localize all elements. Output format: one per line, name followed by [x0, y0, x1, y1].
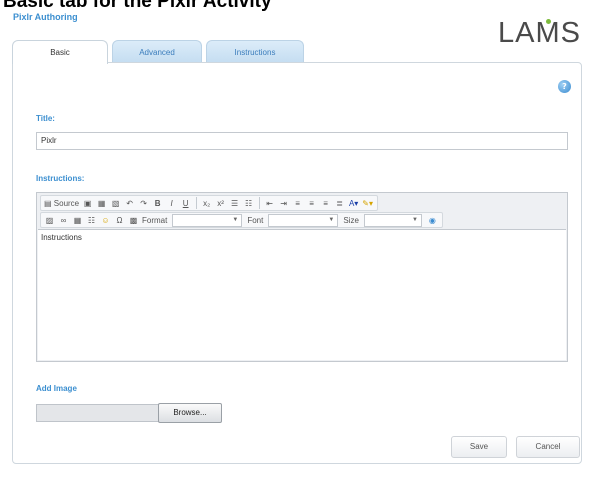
bold-icon[interactable]: B — [151, 196, 164, 210]
align-center-icon[interactable]: ≡ — [305, 196, 318, 210]
justify-icon[interactable]: ≣ — [333, 196, 346, 210]
undo-icon[interactable]: ↶ — [123, 196, 136, 210]
rich-text-editor: ▤ Source ▣ ▦ ▧ ↶ ↷ B I U x₂ x² ☰ ☷ ⇤ ⇥ ≡… — [36, 192, 568, 362]
chevron-down-icon: ▼ — [328, 217, 335, 223]
tab-instructions[interactable]: Instructions — [206, 40, 304, 63]
horizontal-rule-icon[interactable]: ☷ — [85, 213, 98, 227]
add-image-label: Add Image — [36, 384, 77, 393]
source-icon[interactable]: ▤ Source — [43, 196, 80, 210]
image-file-path-field[interactable] — [36, 404, 160, 422]
italic-icon[interactable]: I — [165, 196, 178, 210]
title-input[interactable]: Pixlr — [36, 132, 568, 150]
editor-content-area[interactable]: Instructions — [38, 229, 566, 360]
logo-text-start: LA — [498, 17, 536, 49]
logo-text-dot-letter: M — [535, 17, 561, 49]
underline-icon[interactable]: U — [179, 196, 192, 210]
title-label: Title: — [36, 114, 55, 123]
help-icon[interactable]: ? — [558, 80, 571, 93]
font-label: Font — [247, 215, 264, 225]
link-icon[interactable]: ∞ — [57, 213, 70, 227]
editor-toolbar-row-2: ▨ ∞ ▦ ☷ ☺ Ω ▩ Format ▼ Font ▼ Size ▼ ◉ — [40, 212, 443, 228]
numbered-list-icon[interactable]: ☰ — [228, 196, 241, 210]
tab-basic[interactable]: Basic — [12, 40, 108, 64]
toolbar-separator — [196, 197, 198, 209]
redo-icon[interactable]: ↷ — [137, 196, 150, 210]
font-select[interactable]: ▼ — [268, 213, 339, 227]
special-char-icon[interactable]: Ω — [113, 213, 126, 227]
table-icon[interactable]: ▦ — [71, 213, 84, 227]
save-button[interactable]: Save — [451, 436, 507, 458]
logo-text-end: S — [560, 17, 581, 49]
bulleted-list-icon[interactable]: ☷ — [242, 196, 255, 210]
instructions-label: Instructions: — [36, 174, 85, 183]
page-break-icon[interactable]: ▩ — [127, 213, 140, 227]
editor-toolbar-row-1: ▤ Source ▣ ▦ ▧ ↶ ↷ B I U x₂ x² ☰ ☷ ⇤ ⇥ ≡… — [40, 195, 379, 211]
save-doc-icon[interactable]: ▣ — [81, 196, 94, 210]
chevron-down-icon: ▼ — [411, 217, 418, 223]
toolbar-separator — [259, 197, 261, 209]
outdent-icon[interactable]: ⇤ — [263, 196, 276, 210]
background-color-icon[interactable]: ✎▾ — [361, 196, 374, 210]
browse-button[interactable]: Browse... — [158, 403, 222, 423]
indent-icon[interactable]: ⇥ — [277, 196, 290, 210]
align-right-icon[interactable]: ≡ — [319, 196, 332, 210]
app-title: Pixlr Authoring — [13, 12, 78, 22]
align-left-icon[interactable]: ≡ — [291, 196, 304, 210]
cancel-button[interactable]: Cancel — [516, 436, 580, 458]
source-button-label: Source — [53, 198, 80, 208]
superscript-icon[interactable]: x² — [214, 196, 227, 210]
toolbar-group-source: ▤ Source ▣ ▦ ▧ ↶ ↷ B I U x₂ x² ☰ ☷ ⇤ ⇥ ≡… — [40, 195, 379, 211]
page-heading: Basic tab for the Pixlr Activity — [3, 0, 272, 12]
image-icon[interactable]: ▨ — [43, 213, 56, 227]
text-color-icon[interactable]: A▾ — [347, 196, 360, 210]
format-label: Format — [142, 215, 168, 225]
paste-text-icon[interactable]: ▦ — [95, 196, 108, 210]
lams-logo: LAMS — [498, 16, 581, 50]
about-icon[interactable]: ◉ — [426, 213, 439, 227]
format-select[interactable]: ▼ — [172, 213, 243, 227]
subscript-icon[interactable]: x₂ — [200, 196, 213, 210]
tab-advanced[interactable]: Advanced — [112, 40, 202, 63]
chevron-down-icon: ▼ — [232, 217, 239, 223]
paste-word-icon[interactable]: ▧ — [109, 196, 122, 210]
size-select[interactable]: ▼ — [363, 213, 422, 227]
toolbar-group-insert: ▨ ∞ ▦ ☷ ☺ Ω ▩ Format ▼ Font ▼ Size ▼ ◉ — [40, 212, 443, 228]
smiley-icon[interactable]: ☺ — [99, 213, 112, 227]
size-label: Size — [343, 215, 359, 225]
